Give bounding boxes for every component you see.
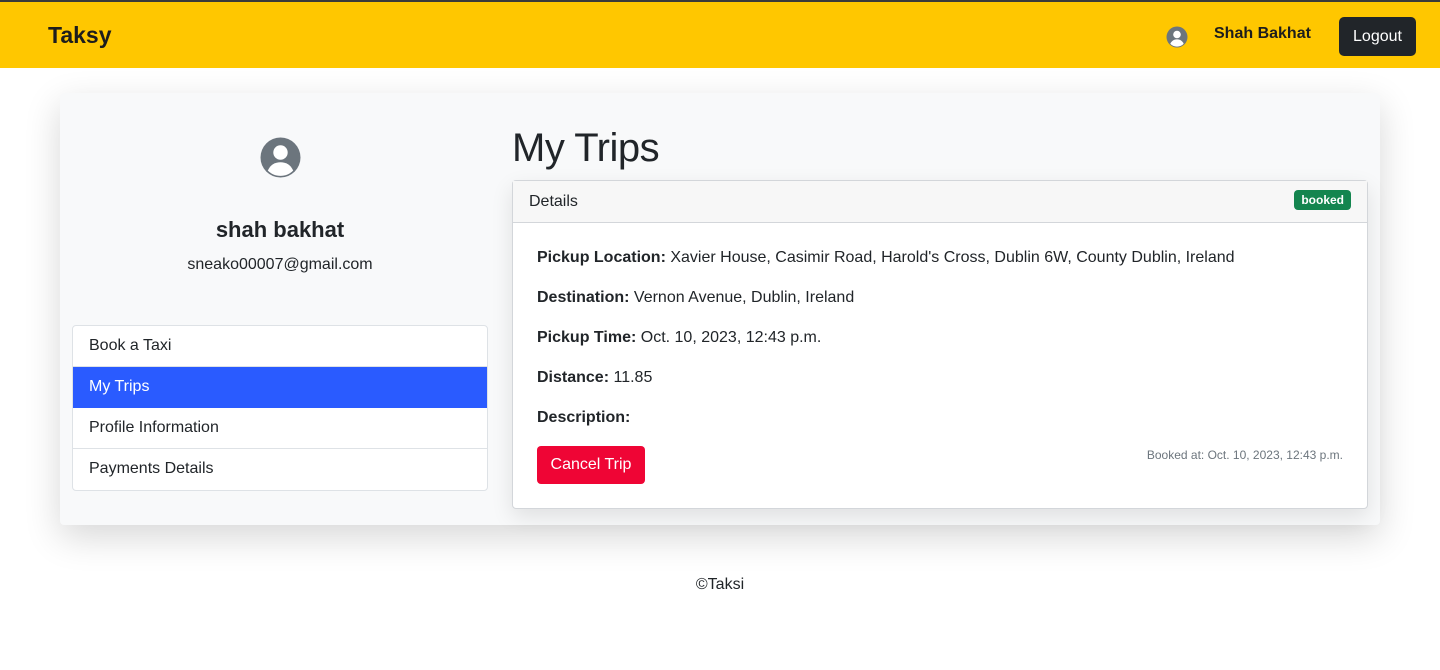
cancel-trip-button[interactable]: Cancel Trip — [537, 446, 645, 484]
pickup-location-value: Xavier House, Casimir Road, Harold's Cro… — [670, 249, 1235, 266]
destination-value: Vernon Avenue, Dublin, Ireland — [633, 289, 855, 306]
pickup-time-value: Oct. 10, 2023, 12:43 p.m. — [640, 329, 822, 346]
description-label: Description: — [537, 409, 631, 426]
user-avatar-icon[interactable] — [1166, 26, 1188, 48]
sidebar-item-my-trips[interactable]: My Trips — [73, 367, 487, 408]
destination-label: Destination: — [537, 289, 630, 306]
distance-label: Distance: — [537, 369, 610, 386]
top-navbar: Taksy Shah Bakhat Logout — [0, 0, 1440, 68]
pickup-location-field: Pickup Location: Xavier House, Casimir R… — [537, 249, 1235, 267]
navbar-user-name[interactable]: Shah Bakhat — [1214, 25, 1311, 43]
sidebar-menu: Book a Taxi My Trips Profile Information… — [72, 325, 488, 491]
sidebar-item-book-a-taxi[interactable]: Book a Taxi — [73, 326, 487, 367]
profile-email: sneako00007@gmail.com — [187, 256, 373, 273]
sidebar-item-payments-details[interactable]: Payments Details — [73, 449, 487, 490]
pickup-time-label: Pickup Time: — [537, 329, 637, 346]
logout-button[interactable]: Logout — [1339, 17, 1416, 56]
profile-avatar-icon — [260, 137, 301, 178]
footer-copyright: ©Taksi — [695, 576, 745, 593]
trip-card-header-label: Details — [529, 193, 578, 210]
distance-value: 11.85 — [613, 369, 653, 386]
sidebar-item-profile-information[interactable]: Profile Information — [73, 408, 487, 449]
pickup-location-label: Pickup Location: — [537, 249, 666, 266]
status-badge: booked — [1294, 190, 1351, 210]
distance-field: Distance: 11.85 — [537, 369, 652, 387]
pickup-time-field: Pickup Time: Oct. 10, 2023, 12:43 p.m. — [537, 329, 821, 347]
trip-card-header: Details booked — [513, 181, 1367, 223]
brand-logo[interactable]: Taksy — [48, 22, 112, 49]
trip-card: Details booked Pickup Location: Xavier H… — [512, 180, 1368, 509]
destination-field: Destination: Vernon Avenue, Dublin, Irel… — [537, 289, 854, 307]
profile-name: shah bakhat — [215, 217, 345, 242]
page-title: My Trips — [512, 126, 660, 170]
description-field: Description: — [537, 409, 630, 427]
booked-at-timestamp: Booked at: Oct. 10, 2023, 12:43 p.m. — [1146, 448, 1343, 462]
